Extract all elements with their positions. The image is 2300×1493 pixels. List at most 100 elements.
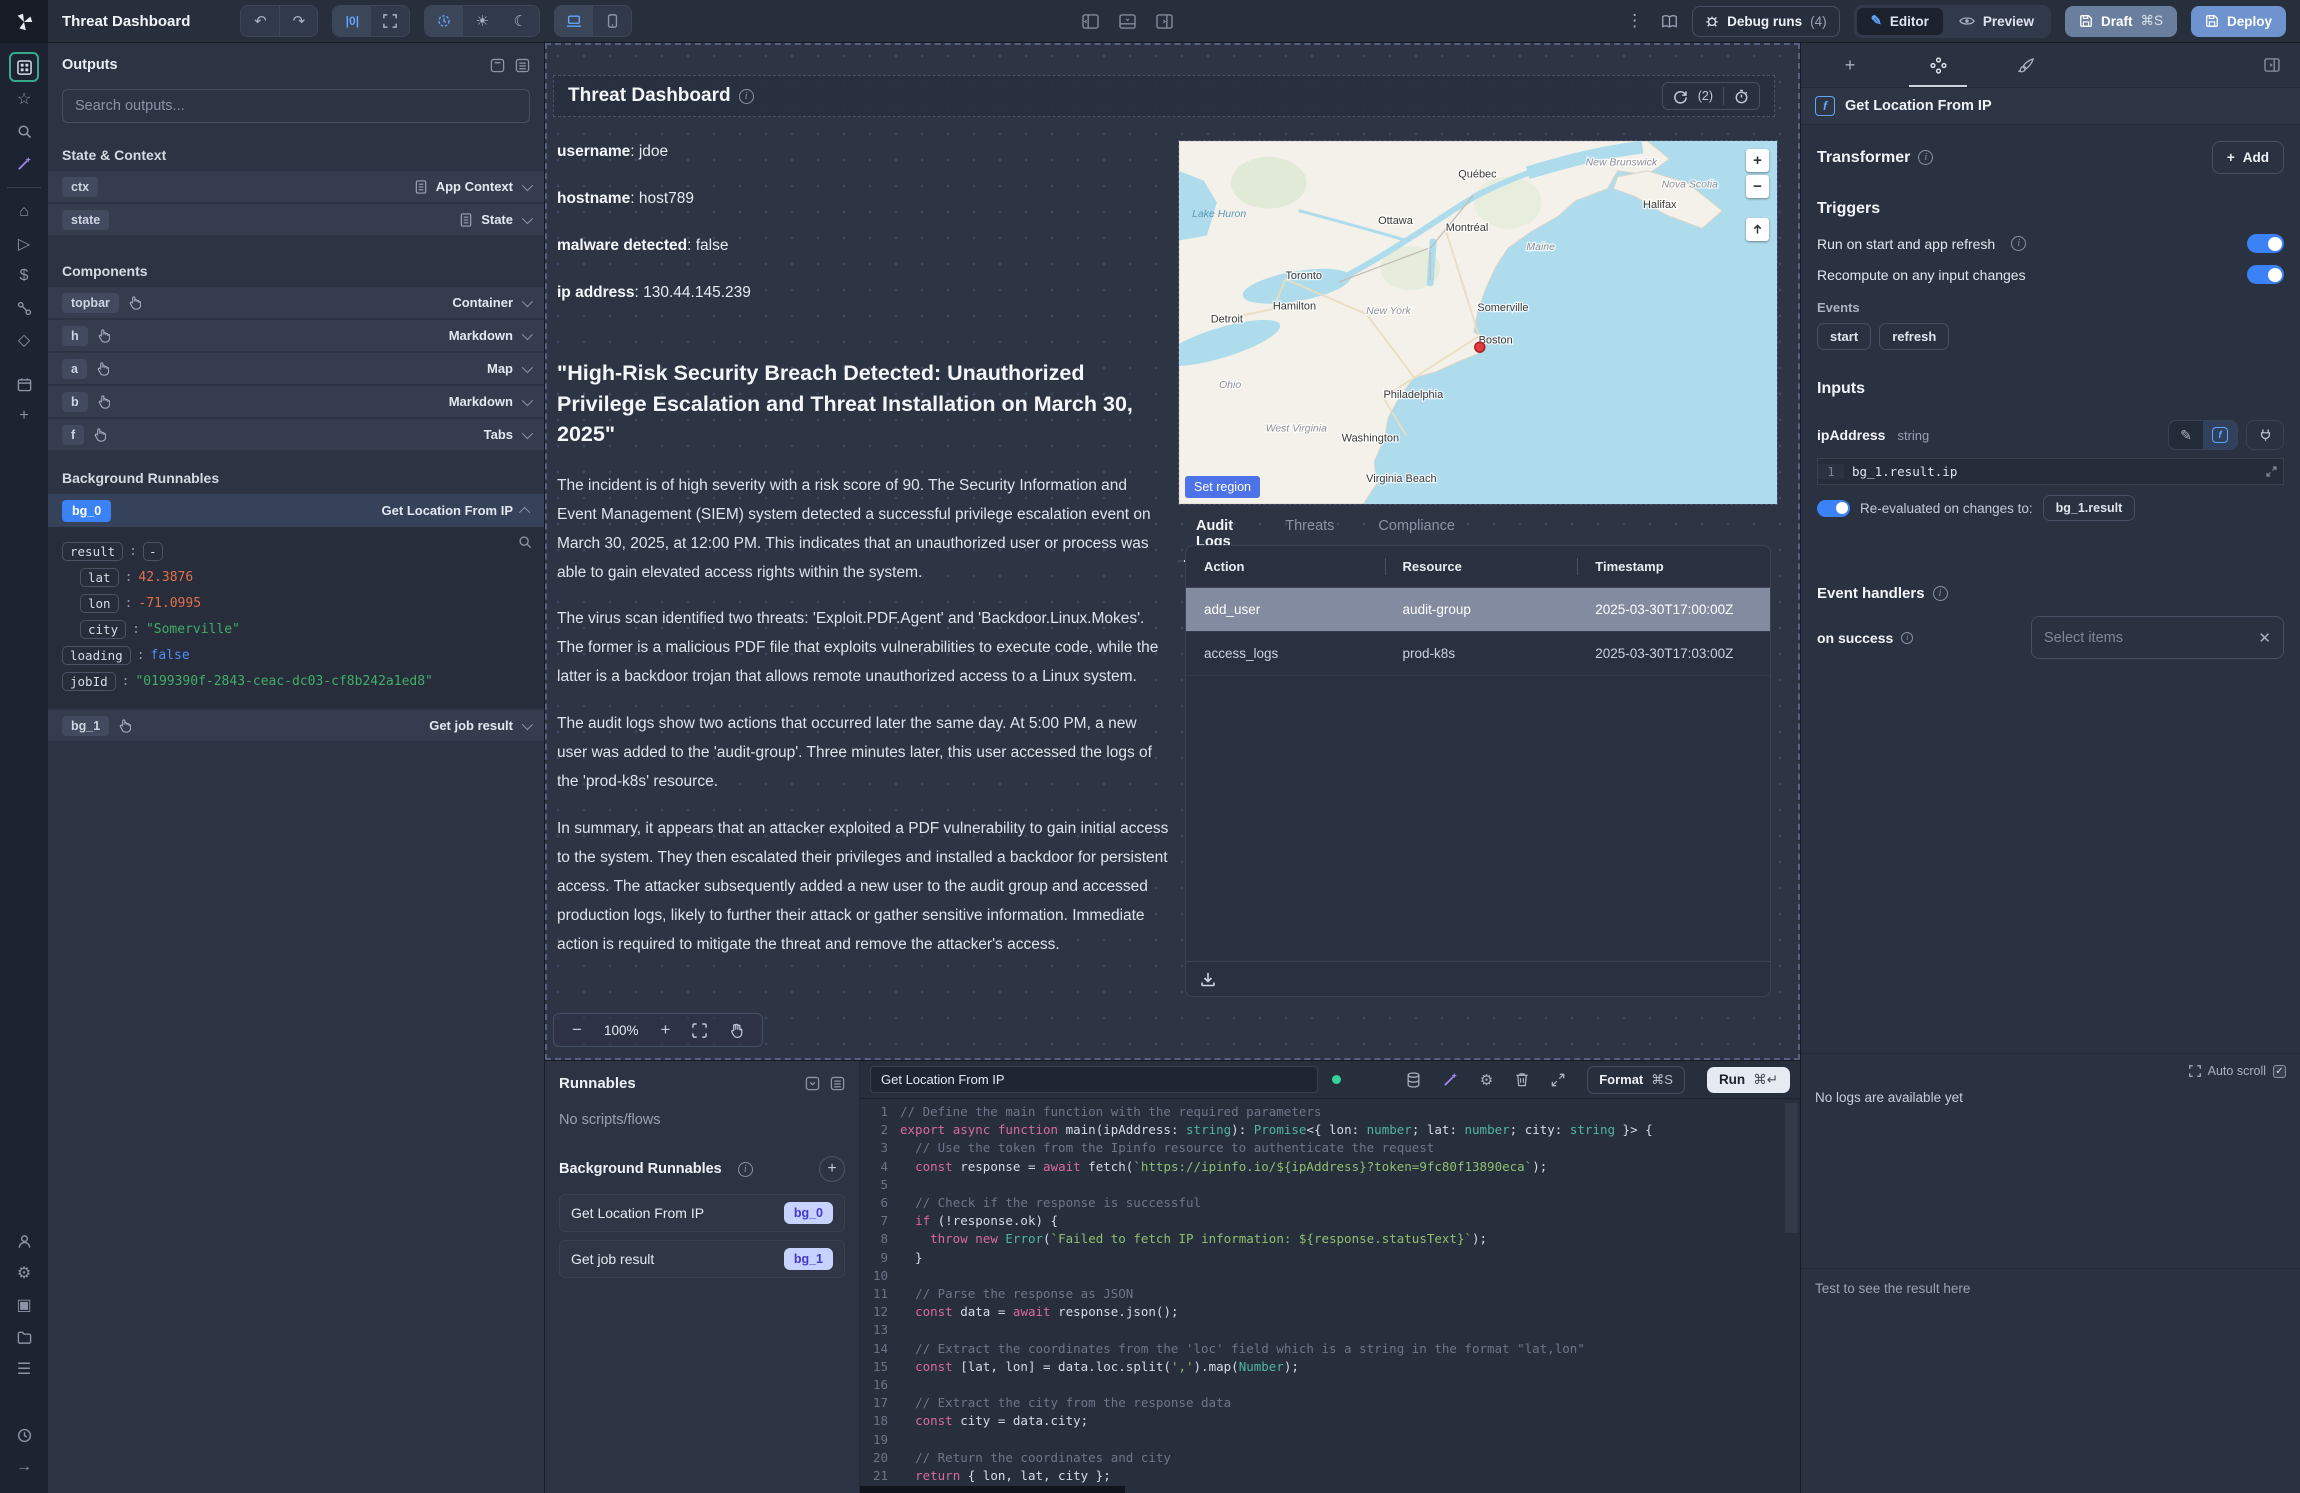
- map-component[interactable]: QuébecMontréalOttawaTorontoHamiltonDetro…: [1178, 140, 1778, 505]
- rail-resources-icon[interactable]: [9, 293, 39, 323]
- rail-collapse-icon[interactable]: →: [9, 1452, 39, 1482]
- toggle-left-panel-icon[interactable]: [1082, 14, 1099, 29]
- expand-expression-icon[interactable]: [2266, 466, 2277, 477]
- dark-theme-button[interactable]: ☾: [501, 6, 539, 36]
- tree-row-lon[interactable]: lon:-71.0995: [80, 594, 530, 613]
- zoom-out-button[interactable]: −: [572, 1020, 582, 1040]
- bg1-output-row[interactable]: bg_1 Get job result: [48, 710, 544, 741]
- column-header-resource[interactable]: Resource: [1385, 546, 1578, 587]
- rail-favorites-icon[interactable]: ☆: [9, 84, 39, 114]
- map-locate-button[interactable]: [1746, 218, 1769, 241]
- tree-row-lat[interactable]: lat:42.3876: [80, 568, 530, 587]
- toggle-right-panel-icon[interactable]: [1156, 14, 1173, 29]
- connect-plug-icon[interactable]: [2246, 420, 2284, 450]
- preview-tab[interactable]: Preview: [1945, 8, 2048, 35]
- map-zoom-in-button[interactable]: +: [1746, 149, 1769, 172]
- draft-button[interactable]: Draft ⌘S: [2065, 6, 2177, 37]
- column-header-timestamp[interactable]: Timestamp: [1577, 546, 1770, 587]
- rail-variables-icon[interactable]: $: [9, 261, 39, 291]
- database-icon[interactable]: [1406, 1072, 1421, 1088]
- component-row-h[interactable]: hMarkdown: [48, 320, 544, 351]
- timer-icon[interactable]: [1734, 89, 1749, 104]
- trash-icon[interactable]: [1515, 1072, 1529, 1087]
- map-marker[interactable]: [1475, 342, 1485, 352]
- expand-logs-icon[interactable]: [2189, 1065, 2201, 1077]
- format-button[interactable]: Format ⌘S: [1587, 1066, 1685, 1094]
- list-panel-icon[interactable]: [515, 58, 530, 73]
- set-region-button[interactable]: Set region: [1185, 476, 1260, 498]
- add-transformer-button[interactable]: +Add: [2212, 141, 2284, 174]
- on-success-select[interactable]: Select items ✕: [2031, 616, 2284, 659]
- tree-search-icon[interactable]: [518, 535, 532, 549]
- code-content[interactable]: // Define the main function with the req…: [900, 1103, 1800, 1493]
- rail-user-icon[interactable]: [9, 1226, 39, 1256]
- component-row-b[interactable]: bMarkdown: [48, 386, 544, 417]
- runnable-item-bg_0[interactable]: Get Location From IPbg_0: [559, 1194, 845, 1232]
- theme-tab[interactable]: [1997, 43, 2055, 87]
- collapse-right-panel-icon[interactable]: [2264, 58, 2280, 72]
- rail-folders-icon[interactable]: [9, 1322, 39, 1352]
- expand-editor-icon[interactable]: [1551, 1073, 1565, 1087]
- desktop-view-button[interactable]: [555, 6, 593, 36]
- markdown-component[interactable]: "High-Risk Security Breach Detected: Una…: [557, 358, 1169, 978]
- rail-logs-icon[interactable]: ☰: [9, 1354, 39, 1384]
- auto-theme-button[interactable]: [425, 6, 463, 36]
- output-row-ctx[interactable]: ctxApp Context: [48, 171, 544, 202]
- panel-list-icon[interactable]: [830, 1076, 845, 1091]
- horizontal-scrollbar[interactable]: [860, 1486, 1125, 1493]
- topbar-container-component[interactable]: Threat Dashboard i (2): [553, 75, 1775, 117]
- zero-position-button[interactable]: |0|: [333, 6, 371, 36]
- rail-app-editor-icon[interactable]: [9, 52, 39, 82]
- runnable-item-bg_1[interactable]: Get job resultbg_1: [559, 1240, 845, 1278]
- fit-view-button[interactable]: [371, 6, 409, 36]
- tree-row-jobId[interactable]: jobId:"0199390f-2843-ceac-dc03-cf8b242a1…: [62, 672, 530, 691]
- rail-search-icon[interactable]: [9, 116, 39, 146]
- chevron-up-icon[interactable]: [519, 506, 530, 517]
- app-canvas[interactable]: Threat Dashboard i (2) username: jdoehos…: [545, 43, 1800, 1060]
- rail-help-icon[interactable]: [9, 1420, 39, 1450]
- recompute-toggle[interactable]: [2247, 265, 2284, 284]
- insert-tab[interactable]: +: [1821, 43, 1879, 87]
- output-row-state[interactable]: stateState: [48, 204, 544, 235]
- expression-mode-icon[interactable]: f: [2203, 421, 2237, 449]
- fit-frame-icon[interactable]: [692, 1023, 707, 1038]
- light-theme-button[interactable]: ☀: [463, 6, 501, 36]
- tree-row-result[interactable]: result:-: [62, 542, 530, 561]
- table-row[interactable]: access_logsprod-k8s2025-03-30T17:03:00Z: [1186, 632, 1770, 676]
- collapse-panel-icon[interactable]: [490, 58, 505, 73]
- toggle-bottom-panel-icon[interactable]: [1119, 14, 1136, 29]
- event-chip-refresh[interactable]: refresh: [1879, 323, 1949, 350]
- table-row[interactable]: add_useraudit-group2025-03-30T17:00:00Z: [1186, 588, 1770, 632]
- column-header-action[interactable]: Action: [1186, 546, 1385, 587]
- ai-wand-icon[interactable]: [1443, 1072, 1458, 1087]
- undo-button[interactable]: ↶: [241, 6, 279, 36]
- app-logo[interactable]: [0, 0, 48, 43]
- clear-select-icon[interactable]: ✕: [2258, 629, 2271, 647]
- component-row-f[interactable]: fTabs: [48, 419, 544, 450]
- settings-gear-icon[interactable]: ⚙: [1480, 1071, 1493, 1089]
- tree-row-city[interactable]: city:"Somerville": [80, 620, 530, 639]
- run-on-start-toggle[interactable]: [2247, 234, 2284, 253]
- rail-schedules-icon[interactable]: ◇: [9, 325, 39, 355]
- editor-tab[interactable]: ✎ Editor: [1857, 8, 1943, 35]
- static-mode-icon[interactable]: ✎: [2169, 421, 2203, 449]
- rail-runs-icon[interactable]: ▷: [9, 229, 39, 259]
- script-name-input[interactable]: Get Location From IP: [870, 1066, 1318, 1093]
- bg0-output-row[interactable]: bg_0 Get Location From IP: [48, 494, 544, 527]
- reeval-dependency-chip[interactable]: bg_1.result: [2043, 495, 2136, 521]
- debug-runs-button[interactable]: Debug runs (4): [1692, 6, 1840, 37]
- redo-button[interactable]: ↷: [279, 6, 317, 36]
- pan-hand-icon[interactable]: [729, 1023, 744, 1038]
- panel-down-icon[interactable]: [805, 1076, 820, 1091]
- map-canvas[interactable]: QuébecMontréalOttawaTorontoHamiltonDetro…: [1179, 141, 1777, 504]
- map-zoom-out-button[interactable]: −: [1746, 175, 1769, 198]
- download-icon[interactable]: [1200, 971, 1216, 987]
- rail-home-icon[interactable]: ⌂: [9, 197, 39, 227]
- zoom-in-button[interactable]: +: [660, 1020, 670, 1040]
- chevron-down-icon[interactable]: [522, 718, 533, 729]
- components-settings-tab[interactable]: [1909, 43, 1967, 87]
- search-outputs-input[interactable]: Search outputs...: [62, 89, 530, 123]
- mobile-view-button[interactable]: [593, 6, 631, 36]
- component-row-a[interactable]: aMap: [48, 353, 544, 384]
- auto-scroll-checkbox[interactable]: ✓: [2273, 1065, 2286, 1078]
